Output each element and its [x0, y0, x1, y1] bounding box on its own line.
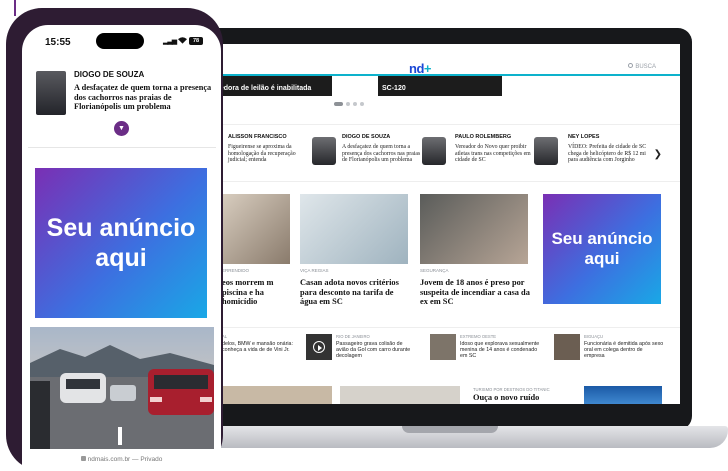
logo-text: nd	[409, 61, 424, 76]
carousel-dot[interactable]	[353, 102, 357, 106]
battery-icon: 78	[189, 37, 203, 45]
mini-news-row: AL delos, BMW e mansão onária: conheça a…	[208, 327, 680, 373]
news-image	[340, 386, 460, 404]
news-category: SEGURANÇA	[420, 268, 449, 273]
news-thumbnail	[554, 334, 580, 360]
signal-icon: ▂▃▅	[163, 38, 177, 45]
mini-news-category: EXTREMO OESTE	[460, 334, 497, 339]
hero-banner[interactable]: eedora de leilão é inabilitada	[212, 76, 332, 96]
mini-news-category: BIGUAÇU	[584, 334, 604, 339]
columnists-strip: ALISSON FRANCISCO Figueirense se aproxim…	[208, 124, 680, 182]
columnist-headline: Figueirense se aproxima da homologação d…	[228, 144, 296, 164]
news-image	[300, 194, 408, 264]
phone-side-button	[9, 160, 13, 194]
columnist-name: DIOGO DE SOUZA	[342, 134, 391, 140]
carousel-dot[interactable]	[334, 102, 343, 106]
traffic-photo	[30, 327, 214, 449]
lock-icon	[80, 456, 86, 461]
url-suffix: — Privado	[132, 456, 163, 463]
columnist-name: PAULO ROLEMBERG	[455, 134, 512, 140]
mini-news-title: Idoso que explorava sexualmente menina d…	[460, 341, 540, 360]
hero-caption: eedora de leilão é inabilitada	[216, 85, 312, 92]
search-label: BUSCA	[635, 64, 656, 70]
avatar	[36, 71, 66, 115]
news-category: ERRENDIDO	[222, 268, 250, 273]
avatar	[422, 137, 446, 165]
news-image	[420, 194, 528, 264]
divider	[28, 147, 216, 148]
wifi-icon	[178, 37, 187, 44]
hero-banner[interactable]: SC-120	[378, 76, 502, 96]
search-icon	[628, 63, 634, 68]
url-text: ndmais.com.br	[87, 456, 131, 463]
avatar	[312, 137, 336, 165]
news-image	[584, 386, 662, 404]
logo-plus: +	[423, 61, 432, 76]
site-logo[interactable]: nd+	[409, 61, 431, 76]
columnist-name: DIOGO DE SOUZA	[74, 70, 145, 79]
phone-side-button	[9, 88, 13, 108]
columnist-headline: A desfaçatez de quem torna a presença do…	[74, 83, 212, 111]
search-button[interactable]: BUSCA	[628, 63, 656, 70]
site-header: nd+ BUSCA	[208, 58, 680, 76]
laptop-screen: eedora de leilão é inabilitada SC-120 nd…	[208, 44, 680, 404]
hero-caption: SC-120	[382, 85, 406, 92]
phone-frame: 15:55 ▂▃▅ 78 DIOGO DE SOUZA A desfaçatez…	[6, 8, 223, 471]
bottom-news-category: TURISMO POR DESTINOS DO TITANIC	[473, 387, 550, 392]
bottom-news-row: TURISMO POR DESTINOS DO TITANIC Ouça o n…	[208, 384, 680, 404]
news-image	[222, 386, 332, 404]
dynamic-island	[96, 33, 144, 49]
news-title: Casan adota novos critérios para descont…	[300, 278, 399, 307]
mini-news-title: Funcionária é demitida após sexo oral em…	[584, 341, 664, 360]
status-bar: 15:55 ▂▃▅ 78	[22, 25, 221, 59]
carousel-dots	[334, 102, 364, 106]
chevron-right-icon[interactable]: ❯	[654, 149, 662, 160]
columnist-card[interactable]: DIOGO DE SOUZA A desfaçatez de quem torn…	[22, 65, 221, 147]
bottom-news-title[interactable]: Ouça o novo ruído	[473, 393, 539, 402]
news-title: eos morrem m piscina e ha homicídio	[222, 278, 274, 307]
columnist-name: NEY LOPES	[568, 134, 600, 140]
chevron-down-icon[interactable]: ▼	[114, 121, 129, 136]
mini-news-title: delos, BMW e mansão onária: conheça a vi…	[222, 341, 293, 354]
accent-line	[14, 0, 16, 16]
ad-banner[interactable]: Seu anúncio aqui	[35, 168, 207, 318]
carousel-dot[interactable]	[346, 102, 350, 106]
news-title: Jovem de 18 anos é preso por suspeita de…	[420, 278, 530, 307]
news-photo[interactable]	[30, 327, 214, 449]
columnist-headline: Vereador do Novo quer proibir atletas tr…	[455, 144, 531, 164]
columnist-name: ALISSON FRANCISCO	[228, 134, 287, 140]
play-icon	[313, 341, 325, 353]
address-bar[interactable]: ndmais.com.br — Privado	[22, 453, 221, 471]
phone-screen: 15:55 ▂▃▅ 78 DIOGO DE SOUZA A desfaçatez…	[22, 25, 221, 471]
laptop-notch	[402, 426, 498, 433]
news-thumbnail	[306, 334, 332, 360]
columnist-headline: VÍDEO: Prefeita de cidade de SC chega de…	[568, 144, 647, 164]
product-mockup: eedora de leilão é inabilitada SC-120 nd…	[0, 0, 728, 471]
status-time: 15:55	[45, 37, 71, 48]
columnist-headline: A desfaçatez de quem torna a presença do…	[342, 144, 421, 164]
news-category: VIÇA REGIAS	[300, 268, 329, 273]
mini-news-category: RIO DE JANEIRO	[336, 334, 370, 339]
news-thumbnail	[430, 334, 456, 360]
carousel-dot[interactable]	[360, 102, 364, 106]
phone-side-button	[9, 120, 13, 154]
avatar	[534, 137, 558, 165]
mini-news-title: Passageiro grava colisão de avião da Gol…	[336, 341, 411, 360]
news-image	[222, 194, 290, 264]
ad-banner[interactable]: Seu anúncio aqui	[543, 194, 661, 304]
